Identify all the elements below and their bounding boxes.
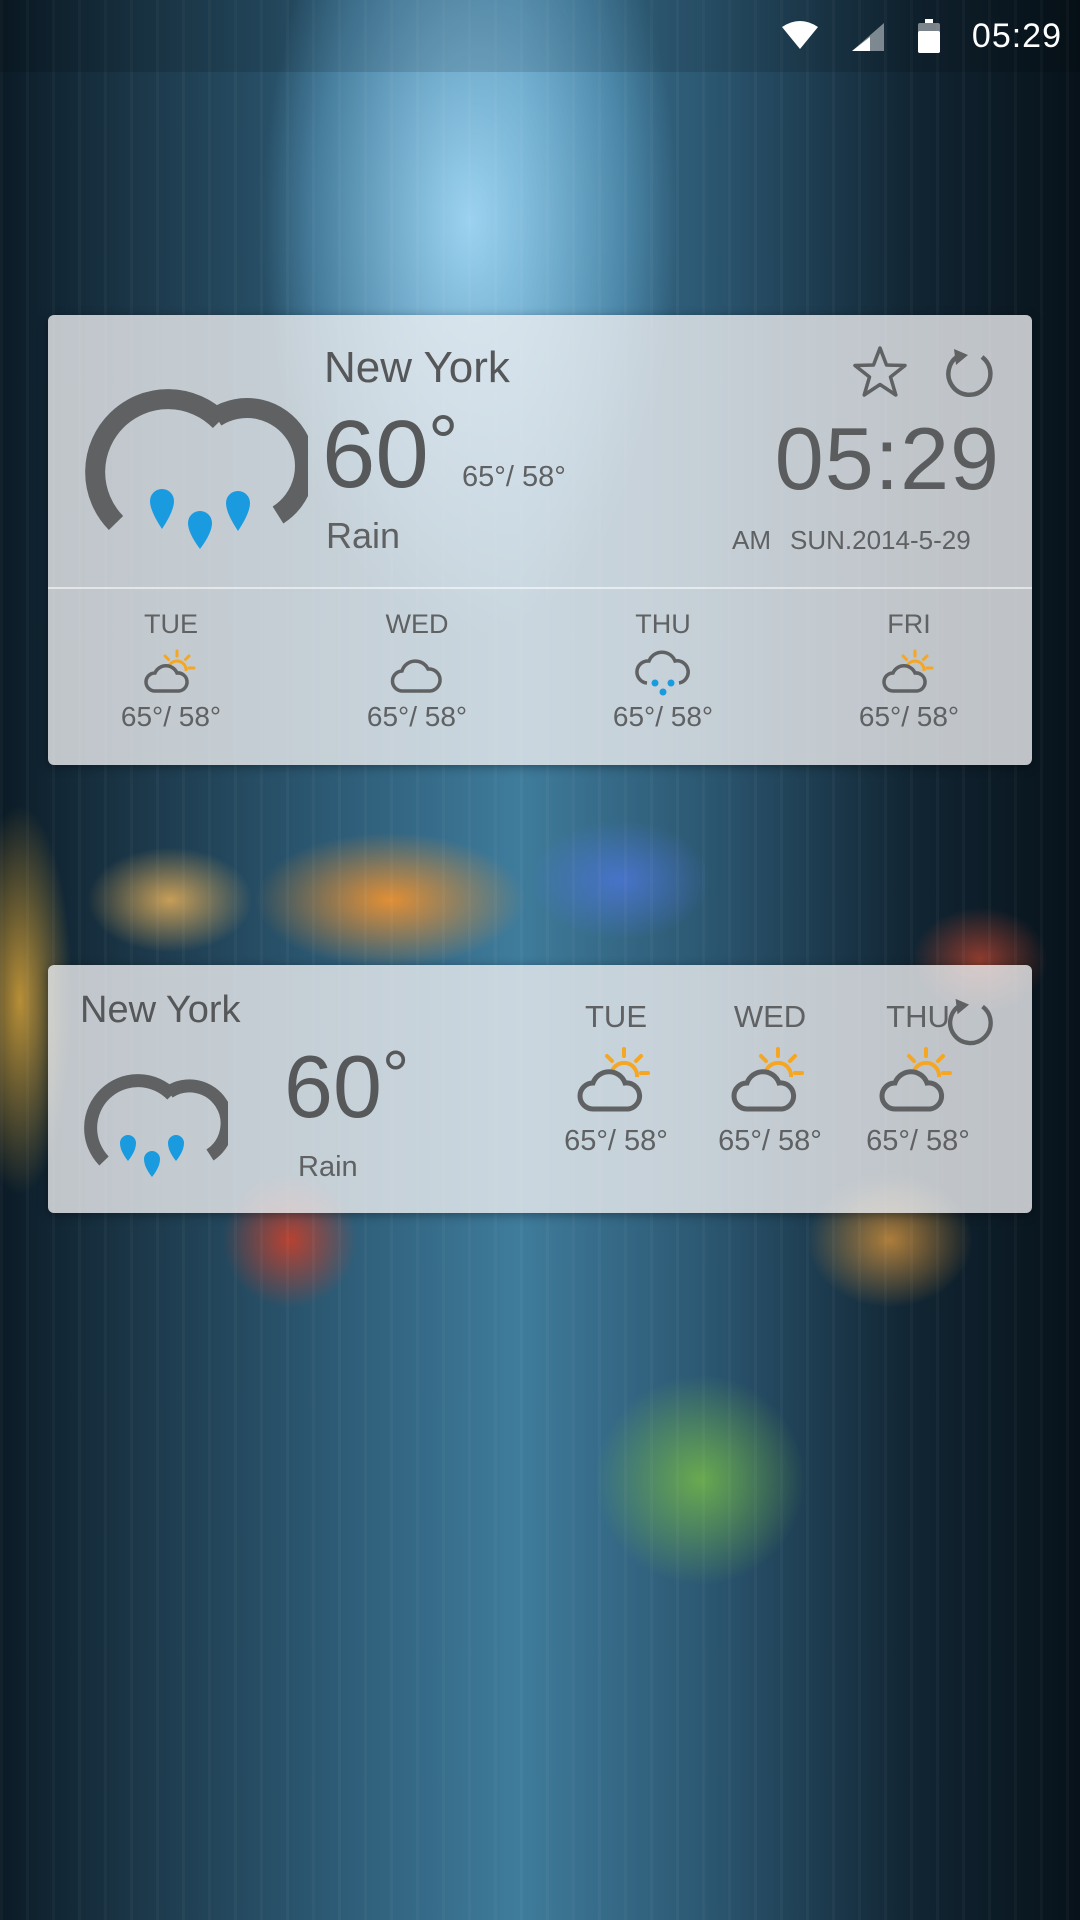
forecast-row: TUE 65°/ 58° WED 65°/ 58° THU 65°/ 58° F…: [48, 589, 1032, 765]
current-temperature: 60: [322, 401, 429, 508]
temperature-range: 65°/ 58°: [462, 461, 566, 493]
degree-symbol: °: [382, 1037, 410, 1113]
forecast-day: WED 65°/ 58°: [700, 999, 840, 1158]
refresh-icon[interactable]: [944, 995, 998, 1049]
forecast-range: 65°/ 58°: [612, 701, 714, 732]
forecast-range: 65°/ 58°: [858, 701, 960, 732]
partly-sunny-icon: [577, 1047, 650, 1112]
cloudy-icon: [390, 659, 442, 693]
wifi-icon: [781, 21, 818, 51]
status-bar: 05:29: [0, 0, 1080, 72]
forecast-range: 65°/ 58°: [718, 1125, 822, 1157]
forecast-day: THU 65°/ 58°: [540, 589, 786, 765]
partly-sunny-icon: [882, 649, 934, 693]
forecast-range: 65°/ 58°: [120, 701, 222, 732]
signal-icon: [850, 21, 886, 51]
widget-clock[interactable]: 05:29: [775, 415, 1000, 503]
partly-sunny-icon: [144, 649, 196, 693]
forecast-range: 65°/ 58°: [866, 1125, 970, 1157]
forecast-day-name: FRI: [887, 609, 931, 639]
large-widget-current[interactable]: New York 60 ° 65°/ 58° Rain 05:29 AM SUN…: [48, 315, 1032, 587]
star-icon[interactable]: [850, 343, 910, 403]
rain-cloud-icon: [84, 1074, 228, 1177]
weather-condition: Rain: [326, 515, 401, 556]
rain-icon: [635, 650, 690, 696]
forecast-range: 65°/ 58°: [564, 1125, 668, 1157]
city-name: New York: [324, 343, 510, 392]
partly-sunny-icon: [879, 1047, 952, 1112]
forecast-day: FRI 65°/ 58°: [786, 589, 1032, 765]
large-weather-widget[interactable]: New York 60 ° 65°/ 58° Rain 05:29 AM SUN…: [48, 315, 1032, 765]
partly-sunny-icon: [731, 1047, 804, 1112]
forecast-day-name: WED: [385, 609, 449, 639]
refresh-icon[interactable]: [942, 345, 998, 401]
wallpaper-rainy-window: [0, 0, 1080, 1920]
small-weather-widget[interactable]: New York 60 ° Rain TUE 65°/ 58° WED 65°/…: [48, 965, 1032, 1213]
battery-icon: [917, 19, 940, 53]
forecast-day: TUE 65°/ 58°: [546, 999, 686, 1158]
weather-condition: Rain: [298, 1151, 358, 1183]
date-label: SUN.2014-5-29: [790, 525, 971, 555]
forecast-day: WED 65°/ 58°: [294, 589, 540, 765]
rain-cloud-icon: [85, 389, 308, 549]
forecast-day-name: THU: [886, 999, 950, 1034]
forecast-day-name: THU: [635, 609, 691, 639]
forecast-day: TUE 65°/ 58°: [48, 589, 294, 765]
forecast-day-name: TUE: [585, 999, 647, 1034]
city-name: New York: [80, 989, 241, 1031]
status-clock: 05:29: [971, 16, 1062, 55]
forecast-day-name: WED: [733, 999, 807, 1034]
forecast-day-name: TUE: [144, 609, 198, 639]
current-temperature: 60: [284, 1037, 382, 1136]
degree-symbol: °: [428, 400, 459, 485]
forecast-range: 65°/ 58°: [366, 701, 468, 732]
am-pm-label: AM: [732, 525, 771, 555]
